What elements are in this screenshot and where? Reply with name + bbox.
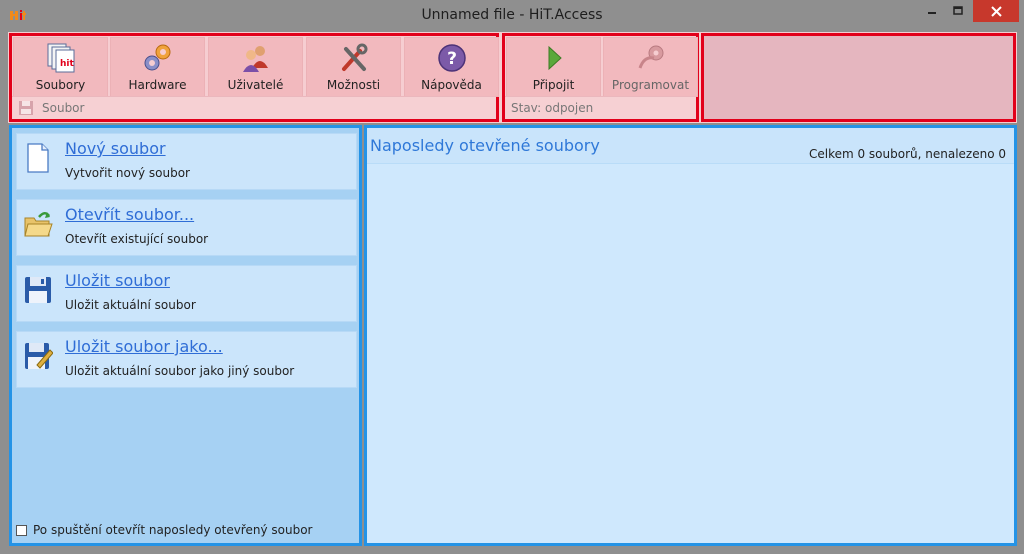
ribbon-group-connection: Připojit Programovat Stav: odpojen <box>502 33 699 122</box>
napoveda-label: Nápověda <box>421 78 482 92</box>
svg-text:hit: hit <box>60 59 74 69</box>
new-file-icon <box>27 143 49 173</box>
open-file-link[interactable]: Otevřít soubor... <box>65 205 194 224</box>
moznosti-button[interactable]: Možnosti <box>306 37 401 97</box>
save-as-description: Uložit aktuální soubor jako jiný soubor <box>65 364 295 378</box>
files-icon: hit <box>44 42 78 74</box>
save-file-link[interactable]: Uložit soubor <box>65 271 170 290</box>
ribbon-group-empty <box>701 33 1016 122</box>
soubory-label: Soubory <box>35 78 86 92</box>
napoveda-button[interactable]: ? Nápověda <box>404 37 499 97</box>
program-icon <box>634 42 668 74</box>
startup-checkbox[interactable] <box>16 524 27 536</box>
ribbon-group-file-footer: Soubor <box>12 96 496 119</box>
file-actions-panel: Nový soubor Vytvořit nový soubor Otevřít… <box>9 125 362 546</box>
new-file-description: Vytvořit nový soubor <box>65 166 190 180</box>
programovat-label: Programovat <box>611 78 690 92</box>
new-file-link[interactable]: Nový soubor <box>65 139 166 158</box>
minimize-button[interactable] <box>919 0 945 22</box>
save-file-action[interactable]: Uložit soubor Uložit aktuální soubor <box>16 265 357 322</box>
pripojit-label: Připojit <box>532 78 575 92</box>
users-icon <box>239 42 273 74</box>
recent-files-panel: Naposledy otevřené soubory Celkem 0 soub… <box>364 125 1017 546</box>
tools-icon <box>337 42 371 74</box>
play-icon <box>537 42 571 74</box>
startup-option[interactable]: Po spuštění otevřít naposledy otevřený s… <box>16 523 312 537</box>
hardware-label: Hardware <box>128 78 187 92</box>
programovat-button[interactable]: Programovat <box>603 37 698 97</box>
hardware-button[interactable]: Hardware <box>110 37 205 97</box>
recent-files-header: Naposledy otevřené soubory Celkem 0 soub… <box>367 128 1014 164</box>
close-button[interactable] <box>973 0 1019 22</box>
soubory-button[interactable]: hit Soubory <box>13 37 108 97</box>
moznosti-label: Možnosti <box>326 78 381 92</box>
save-as-action[interactable]: Uložit soubor jako... Uložit aktuální so… <box>16 331 357 388</box>
maximize-icon <box>953 6 963 15</box>
ribbon-group-file: hit Soubory Hardware Uživatelé Možnosti … <box>9 33 499 122</box>
help-icon: ? <box>435 42 469 74</box>
save-small-icon <box>19 101 33 115</box>
save-file-description: Uložit aktuální soubor <box>65 298 196 312</box>
save-icon <box>25 277 51 303</box>
uzivatele-label: Uživatelé <box>227 78 284 92</box>
ribbon-group-connection-footer: Stav: odpojen <box>505 96 696 119</box>
ribbon-group-file-footer-label: Soubor <box>42 101 85 115</box>
save-as-link[interactable]: Uložit soubor jako... <box>65 337 223 356</box>
open-file-action[interactable]: Otevřít soubor... Otevřít existující sou… <box>16 199 357 256</box>
recent-files-count: Celkem 0 souborů, nenalezeno 0 <box>808 147 1006 161</box>
startup-label: Po spuštění otevřít naposledy otevřený s… <box>33 523 313 537</box>
minimize-icon <box>928 12 936 14</box>
recent-files-title: Naposledy otevřené soubory <box>370 136 600 155</box>
open-folder-icon <box>24 212 53 237</box>
hardware-gears-icon <box>141 42 175 74</box>
title-bar: Unnamed file - HiT.Access <box>0 0 1024 30</box>
pripojit-button[interactable]: Připojit <box>506 37 601 97</box>
connection-status: Stav: odpojen <box>511 101 594 115</box>
save-as-icon <box>25 343 53 369</box>
maximize-button[interactable] <box>945 0 971 22</box>
svg-text:?: ? <box>447 49 457 69</box>
new-file-action[interactable]: Nový soubor Vytvořit nový soubor <box>16 133 357 190</box>
uzivatele-button[interactable]: Uživatelé <box>208 37 303 97</box>
open-file-description: Otevřít existující soubor <box>65 232 209 246</box>
window-title: Unnamed file - HiT.Access <box>421 7 603 23</box>
close-icon <box>990 5 1002 17</box>
